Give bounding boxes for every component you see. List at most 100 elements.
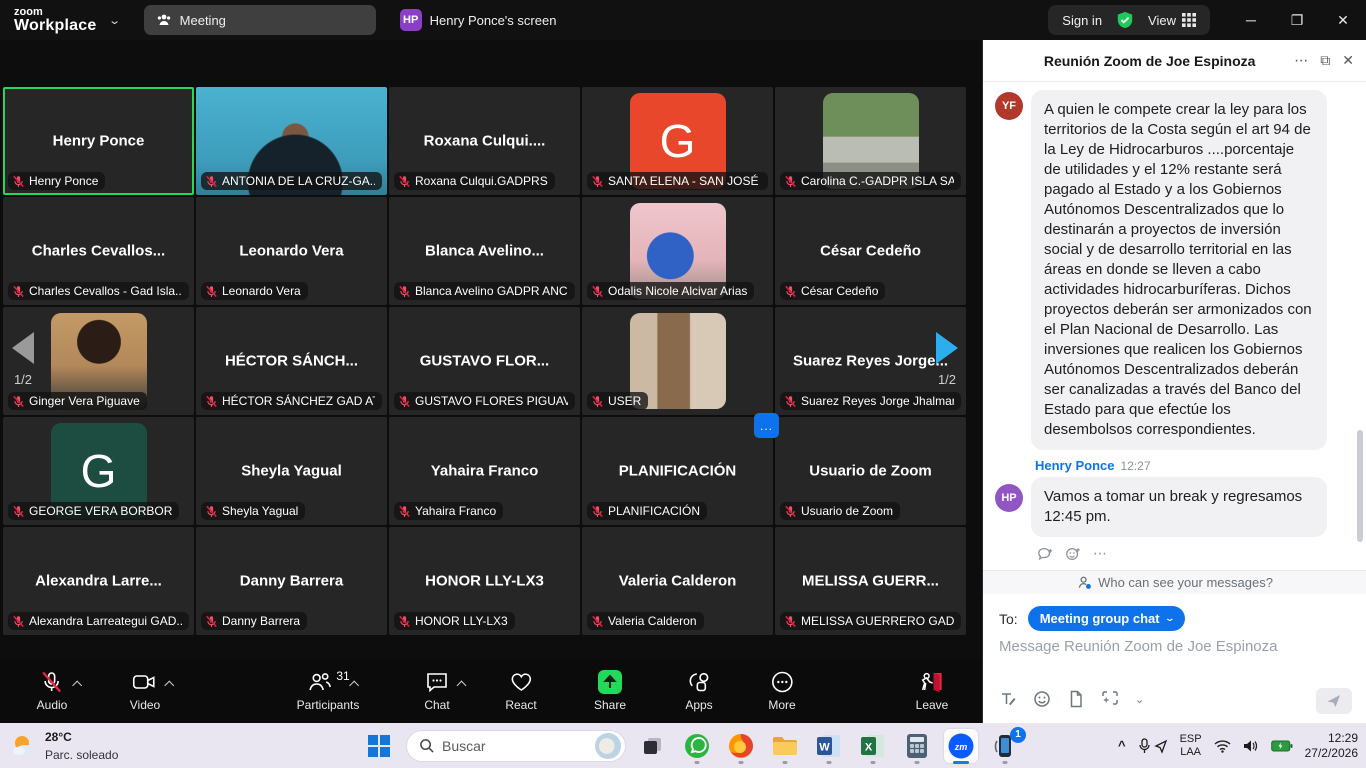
taskbar-file-explorer[interactable] bbox=[768, 729, 802, 763]
view-button[interactable]: View bbox=[1148, 13, 1196, 28]
participant-tile[interactable]: PLANIFICACIÓN PLANIFICACIÓN bbox=[582, 417, 773, 525]
participant-tile[interactable]: Usuario de Zoom Usuario de Zoom bbox=[775, 417, 966, 525]
chevron-up-icon[interactable] bbox=[165, 681, 175, 691]
language-indicator[interactable]: ESPLAA bbox=[1180, 733, 1202, 758]
participant-tile[interactable]: Alexandra Larre... Alexandra Larreategui… bbox=[3, 527, 194, 635]
participant-tile[interactable]: USER bbox=[582, 307, 773, 415]
format-text-icon[interactable] bbox=[999, 690, 1017, 708]
participant-tile[interactable]: Sheyla Yagual Sheyla Yagual bbox=[196, 417, 387, 525]
participant-tile[interactable]: Danny Barrera Danny Barrera bbox=[196, 527, 387, 635]
chat-more-options-icon[interactable]: ⋯ bbox=[1294, 52, 1308, 69]
audio-button[interactable]: Audio bbox=[37, 668, 68, 712]
tab-henry-ponce-screen[interactable]: HP Henry Ponce's screen bbox=[388, 5, 569, 35]
participant-tile[interactable]: ANTONIA DE LA CRUZ-GA... bbox=[196, 87, 387, 195]
tray-overflow-chevron[interactable]: ^ bbox=[1118, 738, 1126, 753]
participant-tile[interactable]: Carolina C.-GADPR ISLA SA... bbox=[775, 87, 966, 195]
participant-tile[interactable]: Roxana Culqui.... Roxana Culqui.GADPRS bbox=[389, 87, 580, 195]
participant-label: Usuario de Zoom bbox=[780, 502, 900, 520]
muted-mic-icon bbox=[205, 395, 218, 408]
participant-tile[interactable]: HONOR LLY-LX3 HONOR LLY-LX3 bbox=[389, 527, 580, 635]
participant-tile[interactable]: Charles Cevallos... Charles Cevallos - G… bbox=[3, 197, 194, 305]
taskbar-excel[interactable]: X bbox=[856, 729, 890, 763]
share-button[interactable]: Share bbox=[594, 668, 626, 712]
minimize-button[interactable]: ─ bbox=[1228, 0, 1274, 40]
participant-tile[interactable]: Henry Ponce Henry Ponce bbox=[3, 87, 194, 195]
taskbar-zoom[interactable]: zm bbox=[944, 729, 978, 763]
reply-icon[interactable] bbox=[1037, 546, 1053, 562]
tab-meeting[interactable]: Meeting bbox=[144, 5, 376, 35]
react-button[interactable]: React bbox=[505, 668, 536, 712]
privacy-note[interactable]: Who can see your messages? bbox=[983, 570, 1366, 594]
video-button[interactable]: Video bbox=[130, 668, 160, 712]
participant-tile[interactable]: HÉCTOR SÁNCH... HÉCTOR SÁNCHEZ GAD AT... bbox=[196, 307, 387, 415]
start-button[interactable] bbox=[362, 729, 396, 763]
weather-desc: Parc. soleado bbox=[45, 748, 118, 762]
participant-label-text: Roxana Culqui.GADPRS bbox=[415, 174, 548, 188]
participant-label-text: SANTA ELENA - SAN JOSÉ ... bbox=[608, 174, 761, 188]
chevron-down-icon[interactable]: ⌄ bbox=[1135, 693, 1144, 706]
message-more-icon[interactable]: ⋯ bbox=[1093, 545, 1107, 562]
sign-in-button[interactable]: Sign in bbox=[1062, 13, 1102, 28]
participant-tile[interactable]: Valeria Calderon Valeria Calderon bbox=[582, 527, 773, 635]
participant-tile[interactable]: MELISSA GUERR... MELISSA GUERRERO GADP..… bbox=[775, 527, 966, 635]
participant-tile[interactable]: Odalis Nicole Alcivar Arias bbox=[582, 197, 773, 305]
to-label: To: bbox=[999, 611, 1018, 627]
attach-file-icon[interactable] bbox=[1067, 690, 1085, 708]
chat-scrollbar[interactable] bbox=[1357, 430, 1363, 542]
participant-tile[interactable]: GUSTAVO FLOR... GUSTAVO FLORES PIGUAVE bbox=[389, 307, 580, 415]
more-button[interactable]: More bbox=[768, 668, 795, 712]
tile-more-options-button[interactable]: ... bbox=[754, 413, 779, 438]
share-screen-icon bbox=[597, 669, 623, 695]
clock-widget[interactable]: 12:29 27/2/2026 bbox=[1305, 731, 1358, 761]
task-view-button[interactable] bbox=[636, 729, 670, 763]
participant-grid: Henry Ponce Henry Ponce ANTONIA DE LA CR… bbox=[3, 87, 966, 635]
leave-button[interactable]: Leave bbox=[916, 668, 949, 712]
screenshot-icon[interactable] bbox=[1101, 690, 1119, 708]
taskbar-word[interactable]: W bbox=[812, 729, 846, 763]
close-button[interactable]: ✕ bbox=[1320, 0, 1366, 40]
taskbar-search[interactable]: Buscar bbox=[406, 730, 626, 762]
toolbar-label: Apps bbox=[685, 698, 712, 712]
participant-tile[interactable]: Blanca Avelino... Blanca Avelino GADPR A… bbox=[389, 197, 580, 305]
participants-button[interactable]: 31Participants bbox=[297, 668, 360, 712]
chevron-up-icon[interactable] bbox=[349, 681, 359, 691]
participant-tile[interactable]: Yahaira Franco Yahaira Franco bbox=[389, 417, 580, 525]
emoji-icon[interactable] bbox=[1033, 690, 1051, 708]
taskbar-whatsapp[interactable] bbox=[680, 729, 714, 763]
wifi-icon[interactable] bbox=[1214, 739, 1231, 753]
add-reaction-icon[interactable] bbox=[1065, 546, 1081, 562]
folder-icon bbox=[771, 732, 799, 760]
chevron-down-icon[interactable]: ⌄ bbox=[109, 14, 122, 27]
taskbar-firefox[interactable] bbox=[724, 729, 758, 763]
chat-button[interactable]: Chat bbox=[424, 668, 450, 712]
mic-location-indicator-icon[interactable] bbox=[1138, 738, 1168, 754]
muted-mic-icon bbox=[205, 285, 218, 298]
chevron-up-icon[interactable] bbox=[73, 681, 83, 691]
participant-tile[interactable]: G SANTA ELENA - SAN JOSÉ ... bbox=[582, 87, 773, 195]
search-daily-image[interactable] bbox=[595, 733, 621, 759]
participant-label: Charles Cevallos - Gad Isla... bbox=[8, 282, 189, 300]
apps-button[interactable]: Apps bbox=[685, 668, 712, 712]
previous-page-button[interactable]: 1/2 bbox=[12, 332, 34, 387]
security-shield-icon[interactable] bbox=[1116, 11, 1134, 29]
participant-tile[interactable]: Leonardo Vera Leonardo Vera bbox=[196, 197, 387, 305]
chevron-up-icon[interactable] bbox=[457, 681, 467, 691]
next-page-button[interactable]: 1/2 bbox=[936, 332, 958, 387]
send-message-button[interactable] bbox=[1316, 688, 1352, 714]
pop-out-icon[interactable]: ⧉ bbox=[1320, 52, 1330, 69]
taskbar-phone-link[interactable]: 1 bbox=[988, 729, 1022, 763]
restore-button[interactable]: ❐ bbox=[1274, 0, 1320, 40]
message-input[interactable] bbox=[999, 638, 1351, 655]
excel-icon: X bbox=[860, 733, 886, 759]
title-bar: zoom Workplace ⌄ Meeting HP Henry Ponce'… bbox=[0, 0, 1366, 40]
participant-label: Ginger Vera Piguave bbox=[8, 392, 147, 410]
close-chat-icon[interactable]: ✕ bbox=[1342, 52, 1354, 69]
recipient-selector[interactable]: Meeting group chat ⌄ bbox=[1028, 606, 1185, 631]
battery-charging-icon[interactable] bbox=[1271, 739, 1293, 753]
participant-label-text: Usuario de Zoom bbox=[801, 504, 893, 518]
participant-tile[interactable]: César Cedeño César Cedeño bbox=[775, 197, 966, 305]
participant-tile[interactable]: G GEORGE VERA BORBOR bbox=[3, 417, 194, 525]
weather-widget[interactable]: 28°C Parc. soleado bbox=[10, 728, 118, 764]
taskbar-calculator[interactable] bbox=[900, 729, 934, 763]
speaker-icon[interactable] bbox=[1243, 739, 1259, 753]
